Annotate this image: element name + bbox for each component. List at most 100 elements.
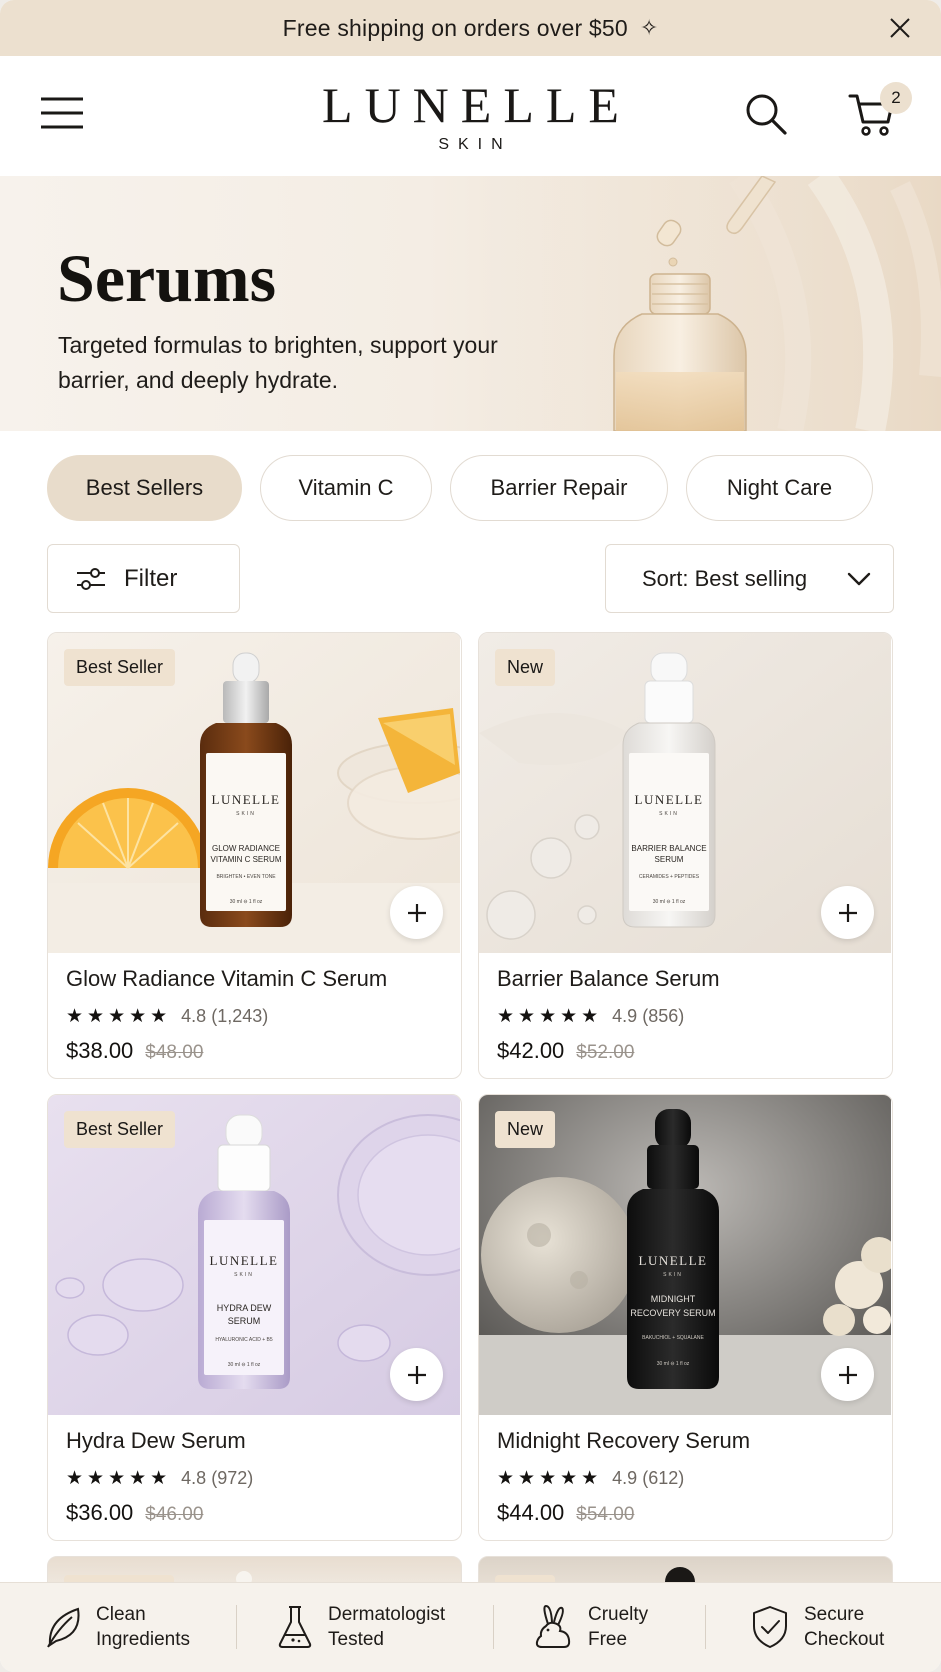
product-card[interactable]: LUNELLE SKIN HYDRA DEW SERUM HYALURONIC …	[47, 1094, 462, 1541]
product-badge: Best Seller	[64, 649, 176, 686]
trust-label-line1: Secure	[804, 1604, 865, 1625]
product-name[interactable]: Barrier Balance Serum	[497, 966, 720, 992]
chip-barrier-repair[interactable]: Barrier Repair	[450, 455, 668, 521]
trust-bar: Clean Ingredients Dermatologist Tested C…	[0, 1582, 941, 1672]
rating-value: 4.8 (972)	[181, 1468, 254, 1488]
close-icon[interactable]	[887, 15, 913, 41]
trust-label-line2: Free	[588, 1629, 628, 1650]
price-current: $42.00	[497, 1038, 565, 1063]
plus-icon	[838, 1365, 857, 1384]
bottle-tagline: CERAMIDES + PEPTIDES	[639, 874, 700, 880]
product-price: $42.00 $52.00	[497, 1038, 634, 1064]
search-icon[interactable]	[744, 92, 788, 136]
bottle-tagline: BRIGHTEN • EVEN TONE	[216, 874, 276, 880]
app-frame: Free shipping on orders over $50 ✧ LUNEL…	[0, 0, 941, 1672]
bottle-size: 30 ml ⊖ 1 fl oz	[657, 1361, 690, 1367]
rating-value: 4.9 (856)	[612, 1006, 685, 1026]
star-rating-icon: ★★★★★	[497, 1006, 603, 1027]
rabbit-icon	[535, 1604, 571, 1648]
sort-dropdown[interactable]: Sort: Best selling	[605, 544, 894, 613]
bottle-size: 30 ml ⊖ 1 fl oz	[230, 899, 263, 905]
plus-icon	[407, 1365, 426, 1384]
star-rating-icon: ★★★★★	[497, 1468, 603, 1489]
trust-label-line2: Tested	[328, 1629, 384, 1650]
bottle-product-line1: BARRIER BALANCE	[631, 844, 706, 853]
divider	[493, 1605, 494, 1649]
divider	[705, 1605, 706, 1649]
announcement-bar: Free shipping on orders over $50 ✧	[0, 0, 941, 56]
star-rating-icon: ★★★★★	[66, 1468, 172, 1489]
bottle-brand: LUNELLE	[212, 792, 281, 807]
product-card[interactable]: LUNELLE SKIN BARRIER BALANCE SERUM CERAM…	[478, 632, 893, 1079]
divider	[236, 1605, 237, 1649]
site-header: LUNELLE SKIN 2	[0, 56, 941, 176]
trust-item-secure-checkout: Secure Checkout	[750, 1597, 884, 1657]
product-price: $44.00 $54.00	[497, 1500, 634, 1526]
add-to-cart-button[interactable]	[390, 886, 443, 939]
price-original: $48.00	[145, 1042, 204, 1063]
product-rating: ★★★★★ 4.9 (856)	[497, 1005, 684, 1028]
price-original: $54.00	[576, 1504, 635, 1525]
bottle-size: 30 ml ⊖ 1 fl oz	[228, 1362, 261, 1368]
filter-button[interactable]: Filter	[47, 544, 240, 613]
trust-label-line2: Checkout	[804, 1629, 885, 1650]
hero-description: Targeted formulas to brighten, support y…	[58, 332, 498, 393]
product-rating: ★★★★★ 4.9 (612)	[497, 1467, 684, 1490]
product-name[interactable]: Glow Radiance Vitamin C Serum	[66, 966, 387, 992]
product-badge: Best Seller	[64, 1111, 176, 1148]
bottle-brand-sub: SKIN	[234, 1272, 254, 1278]
chevron-down-icon	[847, 572, 871, 586]
bottle-tagline: HYALURONIC ACID + B5	[215, 1337, 273, 1343]
trust-label-line2: Ingredients	[96, 1629, 191, 1650]
add-to-cart-button[interactable]	[821, 1348, 874, 1401]
rating-value: 4.9 (612)	[612, 1468, 685, 1488]
bottle-product-line2: SERUM	[655, 855, 684, 864]
trust-label-line1: Clean	[96, 1604, 146, 1625]
announcement-text: Free shipping on orders over $50	[282, 14, 628, 41]
sort-label: Sort: Best selling	[642, 565, 808, 591]
product-name[interactable]: Midnight Recovery Serum	[497, 1428, 750, 1454]
bottle-product-line1: HYDRA DEW	[217, 1303, 272, 1313]
star-rating-icon: ★★★★★	[66, 1006, 172, 1027]
trust-item-dermatologist: Dermatologist Tested	[276, 1597, 445, 1657]
rating-value: 4.8 (1,243)	[181, 1006, 269, 1026]
price-current: $36.00	[66, 1500, 134, 1525]
product-card[interactable]: LUNELLE SKIN MIDNIGHT RECOVERY SERUM BAK…	[478, 1094, 893, 1541]
trust-item-clean: Clean Ingredients	[44, 1597, 190, 1657]
product-price: $36.00 $46.00	[66, 1500, 203, 1526]
add-to-cart-button[interactable]	[821, 886, 874, 939]
page-title: Serums	[57, 240, 277, 316]
product-badge: New	[495, 649, 556, 686]
trust-item-cruelty-free: Cruelty Free	[532, 1597, 648, 1657]
add-to-cart-button[interactable]	[390, 1348, 443, 1401]
chip-best-sellers[interactable]: Best Sellers	[47, 455, 242, 521]
cart-count-badge: 2	[880, 82, 912, 114]
chip-night-care[interactable]: Night Care	[686, 455, 873, 521]
product-badge: New	[495, 1111, 556, 1148]
product-name[interactable]: Hydra Dew Serum	[66, 1428, 246, 1454]
bottle-product-line2: SERUM	[228, 1316, 261, 1326]
bottle-brand-sub: SKIN	[663, 1272, 683, 1278]
brand-logo[interactable]: LUNELLE SKIN	[0, 80, 941, 154]
product-rating: ★★★★★ 4.8 (1,243)	[66, 1005, 268, 1028]
bottle-brand-sub: SKIN	[236, 811, 256, 817]
bottle-size: 30 ml ⊖ 1 fl oz	[653, 899, 686, 905]
hero-banner: Serums Targeted formulas to brighten, su…	[0, 176, 941, 431]
bottle-product-line2: RECOVERY SERUM	[630, 1308, 715, 1318]
sparkle-icon: ✧	[639, 15, 659, 40]
brand-name: LUNELLE	[322, 77, 631, 133]
product-price: $38.00 $48.00	[66, 1038, 203, 1064]
chip-vitamin-c[interactable]: Vitamin C	[260, 455, 432, 521]
hero-serum-dropper-image	[490, 176, 941, 431]
bottle-brand: LUNELLE	[639, 1253, 708, 1268]
sliders-icon	[77, 567, 105, 590]
bottle-brand-sub: SKIN	[659, 811, 679, 817]
price-current: $44.00	[497, 1500, 565, 1525]
brand-subtitle: SKIN	[438, 136, 512, 153]
bottle-brand: LUNELLE	[210, 1253, 279, 1268]
trust-label-line1: Cruelty	[588, 1604, 649, 1625]
plus-icon	[407, 903, 426, 922]
trust-label-line1: Dermatologist	[328, 1604, 446, 1625]
shield-check-icon	[753, 1606, 787, 1648]
product-card[interactable]: LUNELLE SKIN GLOW RADIANCE VITAMIN C SER…	[47, 632, 462, 1079]
